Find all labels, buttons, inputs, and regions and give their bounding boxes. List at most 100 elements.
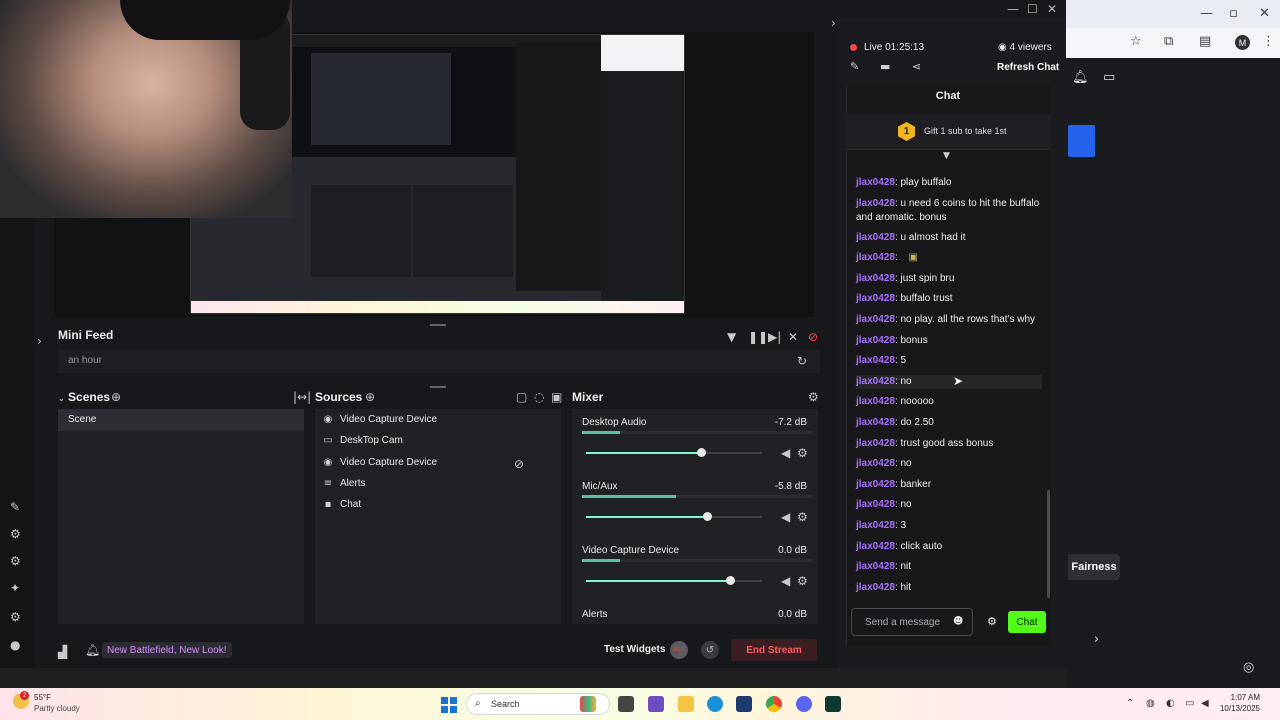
chat-username[interactable]: jlax0428 bbox=[856, 479, 895, 490]
chat-username[interactable]: jlax0428 bbox=[856, 177, 895, 188]
source-item[interactable]: ▪ Chat bbox=[322, 499, 362, 510]
chat-username[interactable]: jlax0428 bbox=[856, 458, 895, 469]
chat-username[interactable]: jlax0428 bbox=[856, 335, 895, 346]
edge-icon[interactable] bbox=[707, 696, 723, 712]
refresh-chat-button[interactable]: Refresh Chat bbox=[997, 62, 1059, 73]
chevron-down-icon[interactable]: ⌄ bbox=[58, 394, 65, 403]
folder-icon[interactable]: ▣ bbox=[551, 390, 562, 404]
chevron-right-icon[interactable]: › bbox=[1094, 632, 1099, 647]
edit-icon[interactable]: ✎ bbox=[850, 60, 859, 73]
stats-icon[interactable]: ▟ bbox=[58, 645, 67, 659]
store-icon[interactable] bbox=[736, 696, 752, 712]
themes-icon[interactable]: ✎ bbox=[10, 500, 20, 514]
streamlabs-app-icon[interactable] bbox=[825, 696, 841, 712]
source-item[interactable]: ◉ Video Capture Device bbox=[322, 457, 437, 468]
side-panel-icon[interactable]: ▤ bbox=[1199, 34, 1211, 49]
expand-chevron-icon[interactable]: › bbox=[37, 334, 42, 348]
chat-username[interactable]: jlax0428 bbox=[856, 273, 895, 284]
chat-username[interactable]: jlax0428 bbox=[856, 438, 895, 449]
source-layout-icon[interactable]: ▢ bbox=[516, 390, 527, 404]
record-button[interactable]: REC bbox=[670, 641, 688, 659]
tray-overflow-icon[interactable]: ⌃ bbox=[1126, 698, 1134, 709]
speaker-icon[interactable]: ◀ bbox=[781, 446, 790, 460]
tray-app-icon[interactable]: ◍ bbox=[1146, 698, 1155, 709]
clock-date[interactable]: 10/13/2025 bbox=[1208, 704, 1260, 713]
volume-slider-knob[interactable] bbox=[726, 576, 735, 585]
minimize-button[interactable]: — bbox=[1007, 2, 1019, 16]
chat-username[interactable]: jlax0428 bbox=[856, 520, 895, 531]
clock-time[interactable]: 1:07 AM bbox=[1208, 693, 1260, 702]
scene-transition-icon[interactable]: |↔| bbox=[293, 390, 311, 404]
pause-icon[interactable]: ❚❚ bbox=[748, 330, 768, 344]
start-button[interactable] bbox=[441, 697, 457, 713]
tray-mic-icon[interactable]: ◐ bbox=[1166, 698, 1175, 709]
fairness-button[interactable]: Fairness bbox=[1068, 554, 1120, 580]
chat-scrollbar[interactable] bbox=[1047, 490, 1050, 598]
chat-username[interactable]: jlax0428 bbox=[856, 541, 895, 552]
message-icon[interactable]: ▭ bbox=[1103, 70, 1115, 85]
sparkle-icon[interactable]: ✦ bbox=[10, 581, 20, 595]
notification-icon[interactable]: 🔔︎ bbox=[85, 643, 100, 657]
chat-username[interactable]: jlax0428 bbox=[856, 499, 895, 510]
scene-item[interactable]: Scene bbox=[58, 409, 304, 431]
source-item[interactable]: ▭ DeskTop Cam bbox=[322, 435, 403, 446]
source-item[interactable]: ◉ Video Capture Device bbox=[322, 414, 437, 425]
collapse-chevron-icon[interactable]: › bbox=[831, 16, 836, 30]
add-scene-icon[interactable]: ⊕ bbox=[111, 390, 121, 404]
popout-icon[interactable]: ▬ bbox=[880, 60, 890, 73]
news-banner[interactable]: New Battlefield, New Look! bbox=[102, 642, 232, 658]
maximize-button[interactable]: ☐ bbox=[1027, 2, 1038, 16]
weather-description[interactable]: Partly cloudy bbox=[34, 704, 80, 713]
mixer-settings-icon[interactable]: ⚙ bbox=[808, 390, 819, 404]
chat-username[interactable]: jlax0428 bbox=[856, 582, 895, 593]
source-group-icon[interactable]: ◌ bbox=[534, 390, 544, 404]
sort-down-icon[interactable]: ▼ bbox=[943, 151, 950, 161]
add-source-icon[interactable]: ⊕ bbox=[365, 390, 375, 404]
chat-username[interactable]: jlax0428 bbox=[856, 293, 895, 304]
weather-temperature[interactable]: 55°F bbox=[34, 693, 51, 702]
visibility-hidden-icon[interactable]: ⊘ bbox=[514, 457, 524, 471]
browser-menu-icon[interactable]: ⋮ bbox=[1262, 34, 1275, 49]
resize-handle[interactable] bbox=[430, 324, 446, 326]
skip-icon[interactable]: ▶| bbox=[768, 330, 781, 344]
test-widgets-button[interactable]: Test Widgets bbox=[604, 644, 665, 655]
chat-username[interactable]: jlax0428 bbox=[856, 396, 895, 407]
chat-username[interactable]: jlax0428 bbox=[856, 198, 895, 209]
share-icon[interactable]: ⋖ bbox=[912, 60, 921, 73]
source-item[interactable]: ≡ Alerts bbox=[322, 478, 366, 489]
settings-gear-icon[interactable]: ⚙ bbox=[10, 527, 21, 541]
chat-username[interactable]: jlax0428 bbox=[856, 355, 895, 366]
replay-buffer-icon[interactable]: ↺ bbox=[701, 641, 719, 659]
channel-settings-icon[interactable]: ⚙ bbox=[797, 446, 808, 460]
resize-handle[interactable] bbox=[430, 386, 446, 388]
browser-minimize-icon[interactable]: — bbox=[1200, 6, 1213, 21]
close-button[interactable]: ✕ bbox=[1047, 2, 1057, 16]
disable-alerts-icon[interactable]: ⊘ bbox=[808, 330, 818, 344]
chrome-icon[interactable] bbox=[766, 696, 782, 712]
speaker-icon[interactable]: ◀ bbox=[781, 510, 790, 524]
discord-icon[interactable] bbox=[796, 696, 812, 712]
chat-settings-icon[interactable]: ⚙ bbox=[987, 615, 997, 628]
channel-settings-icon[interactable]: ⚙ bbox=[797, 574, 808, 588]
chat-username[interactable]: jlax0428 bbox=[856, 561, 895, 572]
filter-icon[interactable]: ▼ bbox=[727, 330, 736, 344]
emoji-icon[interactable]: ☻ bbox=[953, 616, 963, 627]
profile-icon[interactable]: ● bbox=[10, 638, 20, 652]
channel-settings-icon[interactable]: ⚙ bbox=[797, 510, 808, 524]
browser-close-icon[interactable]: ✕ bbox=[1259, 6, 1270, 21]
chat-username[interactable]: jlax0428 bbox=[856, 252, 895, 263]
tools-icon[interactable]: ⚙ bbox=[10, 554, 21, 568]
chat-username[interactable]: jlax0428 bbox=[856, 417, 895, 428]
network-icon[interactable]: ▭ bbox=[1185, 698, 1194, 709]
end-stream-button[interactable]: End Stream bbox=[731, 639, 817, 661]
support-headset-icon[interactable]: ◎ bbox=[1243, 660, 1254, 675]
bookmark-star-icon[interactable]: ☆ bbox=[1130, 34, 1142, 49]
chat-username[interactable]: jlax0428 bbox=[856, 314, 895, 325]
refresh-icon[interactable]: ↻ bbox=[797, 354, 807, 368]
task-view-icon[interactable] bbox=[618, 696, 634, 712]
file-explorer-icon[interactable] bbox=[678, 696, 694, 712]
chat-username[interactable]: jlax0428 bbox=[856, 232, 895, 243]
chat-send-button[interactable]: Chat bbox=[1008, 611, 1046, 633]
volume-slider-knob[interactable] bbox=[697, 448, 706, 457]
speaker-icon[interactable]: ◀ bbox=[781, 574, 790, 588]
